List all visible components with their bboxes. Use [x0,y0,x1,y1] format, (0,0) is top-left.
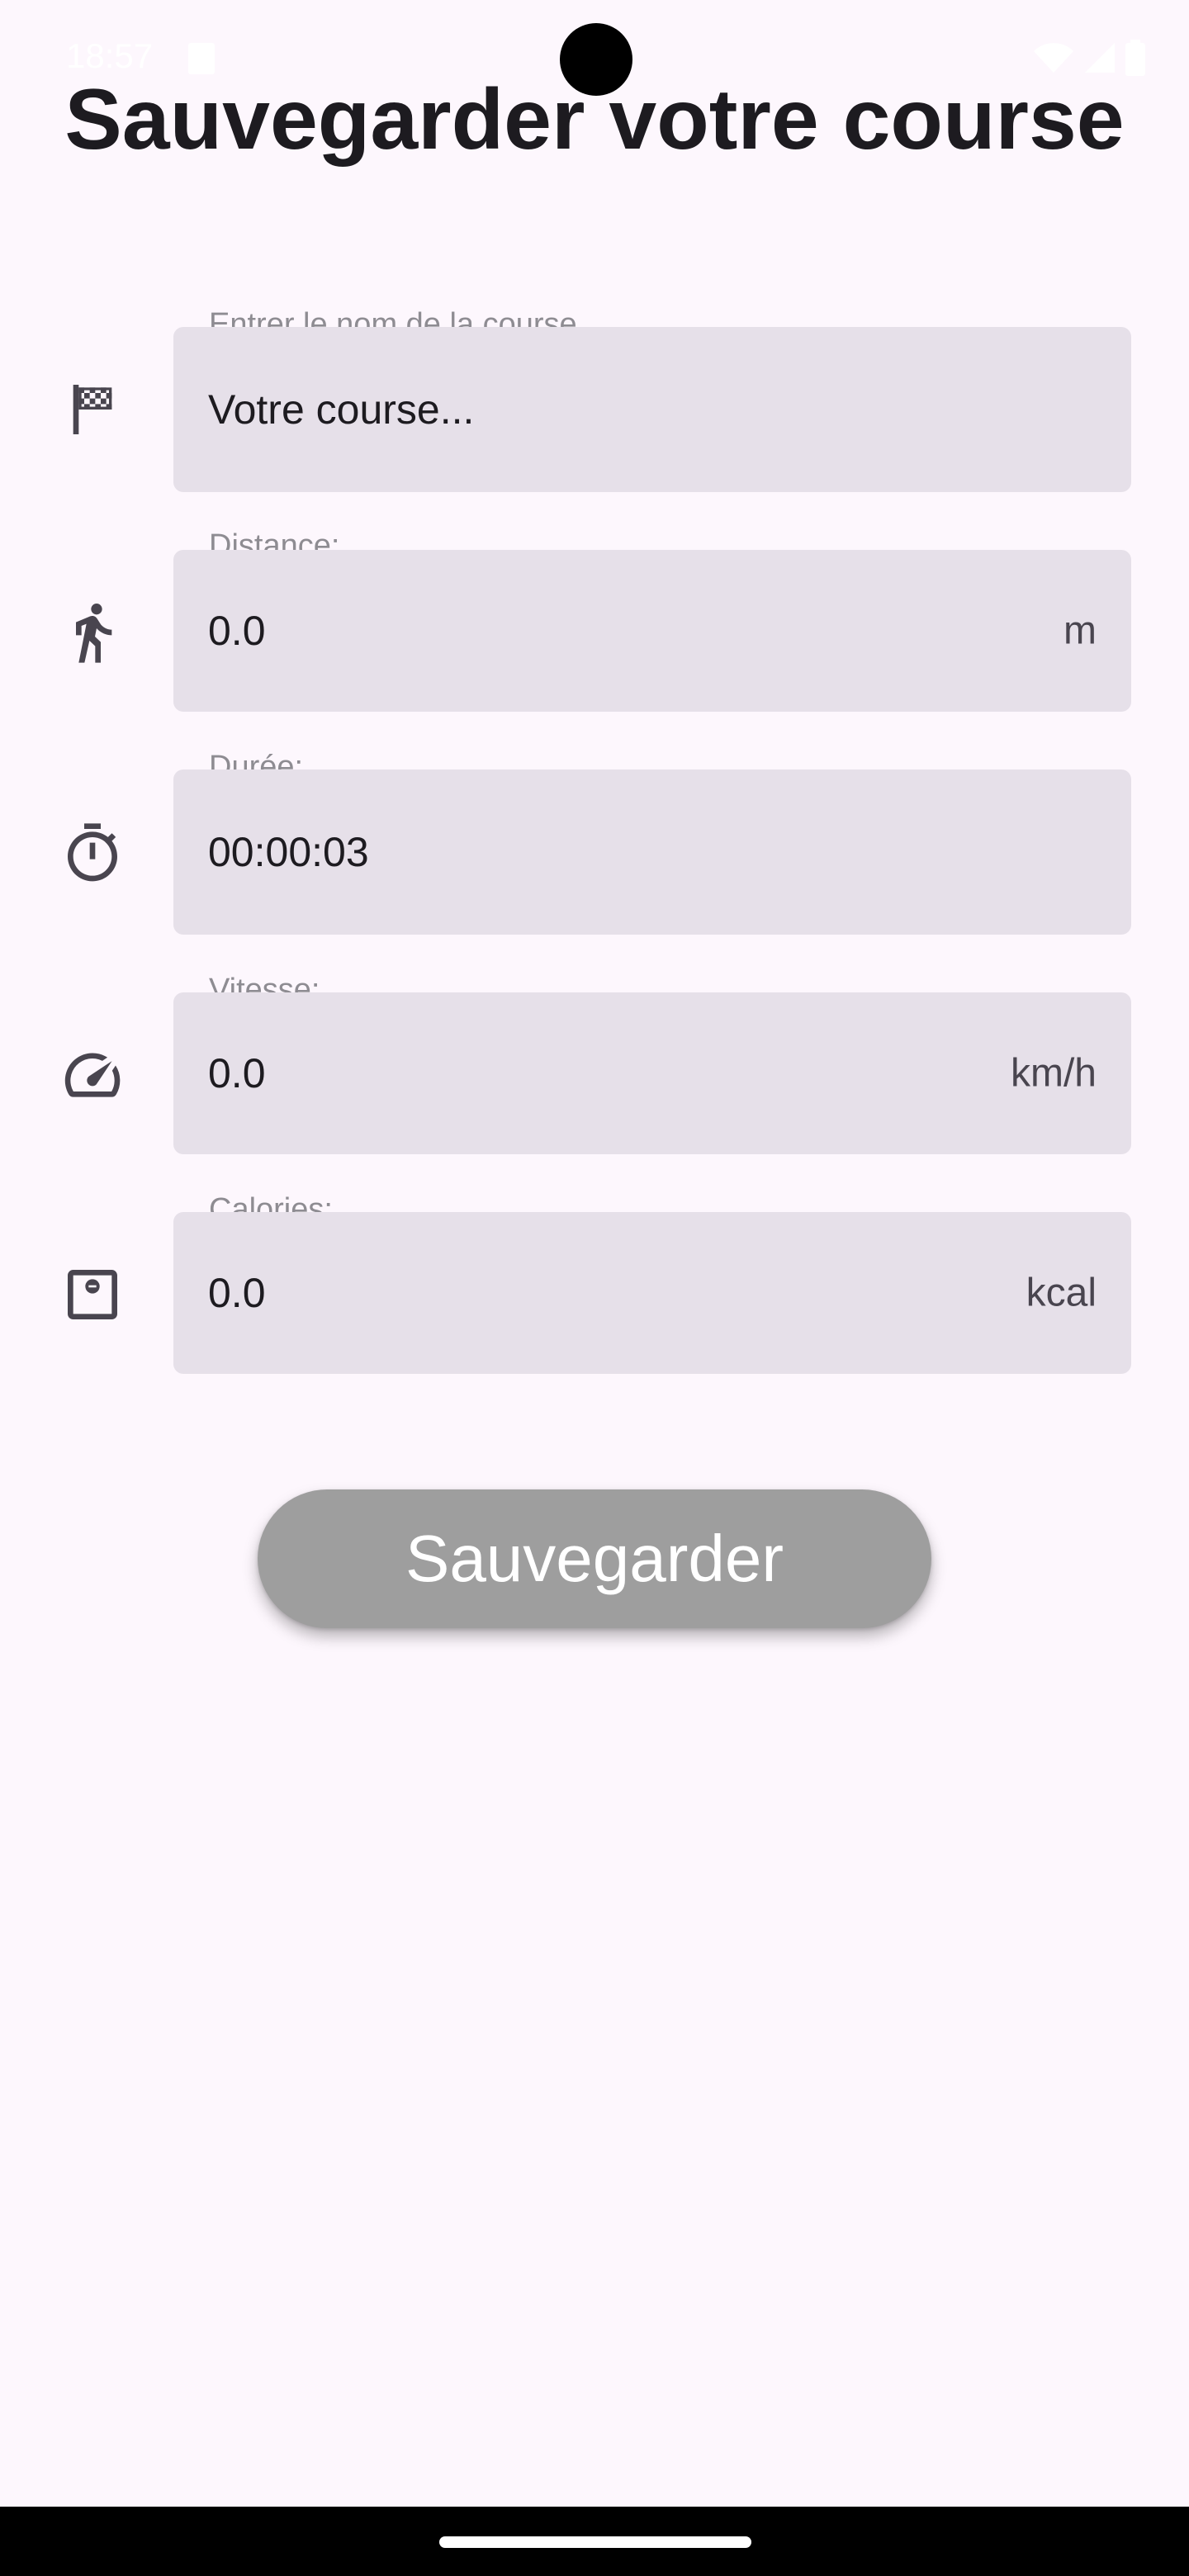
running-person-icon [59,599,126,665]
calories-unit: kcal [1026,1271,1097,1315]
duration-value: 00:00:03 [208,829,369,875]
calories-input[interactable]: 0.0 kcal [173,1212,1131,1374]
checkered-flag-icon [59,376,126,443]
distance-input[interactable]: 0.0 m [173,550,1131,712]
page-title: Sauvegarder votre course [64,72,1125,168]
speed-unit: km/h [1010,1051,1097,1096]
speed-value: 0.0 [208,1050,266,1096]
speedometer-icon [59,1042,126,1108]
distance-value: 0.0 [208,608,266,654]
race-name-value: Votre course... [208,386,475,433]
navigation-bar [0,2507,1189,2576]
race-name-input[interactable]: Votre course... [173,327,1131,492]
stopwatch-icon [59,821,126,887]
speed-input[interactable]: 0.0 km/h [173,992,1131,1154]
duration-input[interactable]: 00:00:03 [173,769,1131,935]
home-gesture-handle[interactable] [439,2536,751,2548]
calories-value: 0.0 [208,1270,266,1316]
save-button[interactable]: Sauvegarder [258,1489,931,1628]
scale-icon [59,1262,126,1328]
distance-unit: m [1063,608,1097,653]
